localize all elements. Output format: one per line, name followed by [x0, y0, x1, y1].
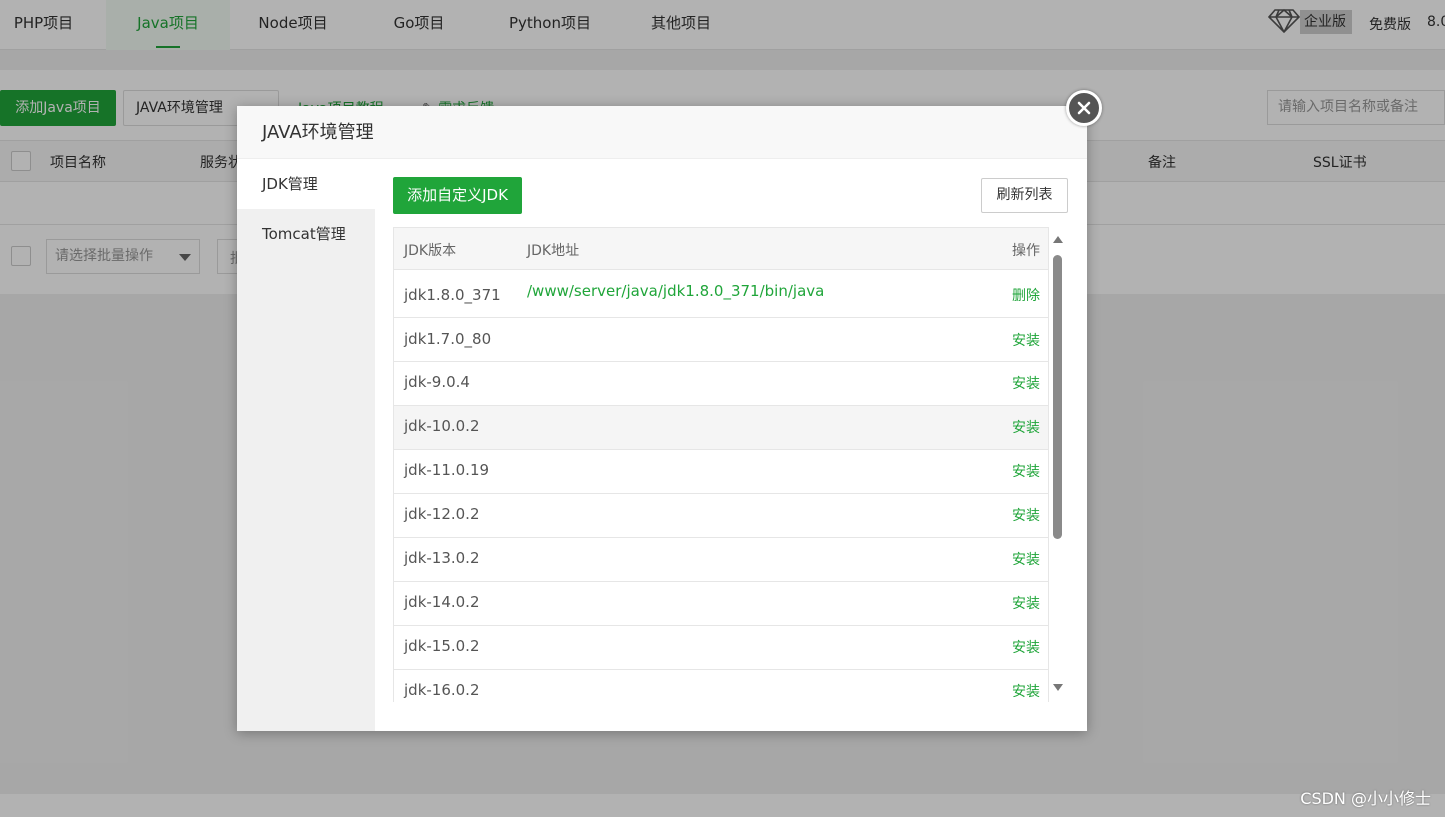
watermark-text: CSDN @小小修士 — [1300, 789, 1431, 808]
refresh-list-button[interactable]: 刷新列表 — [981, 178, 1068, 213]
column-action: 操作 — [1012, 243, 1040, 259]
install-jdk-link[interactable]: 安装 — [1012, 593, 1040, 613]
table-row: jdk-12.0.2 安装 — [394, 494, 1048, 538]
close-icon — [1077, 101, 1091, 115]
jdk-table-scrollbar[interactable] — [1052, 236, 1064, 696]
modal-title: JAVA环境管理 — [237, 106, 1087, 159]
scroll-down-icon[interactable] — [1053, 684, 1063, 691]
jdk-table-header: JDK版本 JDK地址 操作 — [394, 228, 1048, 270]
jdk-version: jdk-9.0.4 — [404, 373, 470, 391]
delete-jdk-link[interactable]: 删除 — [1012, 285, 1040, 305]
modal-sidebar: JDK管理 Tomcat管理 — [237, 159, 375, 731]
scrollbar-thumb[interactable] — [1053, 255, 1062, 539]
install-jdk-link[interactable]: 安装 — [1012, 461, 1040, 481]
table-row: jdk-13.0.2 安装 — [394, 538, 1048, 582]
install-jdk-link[interactable]: 安装 — [1012, 330, 1040, 350]
install-jdk-link[interactable]: 安装 — [1012, 637, 1040, 657]
table-row: jdk-11.0.19 安装 — [394, 450, 1048, 494]
sidebar-item-jdk-manage[interactable]: JDK管理 — [237, 159, 375, 209]
java-env-modal: JAVA环境管理 JDK管理 Tomcat管理 添加自定义JDK 刷新列表 JD… — [237, 106, 1087, 731]
column-jdk-version: JDK版本 — [404, 243, 457, 259]
install-jdk-link[interactable]: 安装 — [1012, 681, 1040, 701]
table-row: jdk-10.0.2 安装 — [394, 406, 1048, 450]
scroll-up-icon[interactable] — [1053, 236, 1063, 243]
jdk-version: jdk1.8.0_371 — [404, 286, 501, 304]
modal-close-button[interactable] — [1066, 90, 1102, 126]
jdk-version: jdk-11.0.19 — [404, 461, 490, 479]
table-row: jdk-14.0.2 安装 — [394, 582, 1048, 626]
install-jdk-link[interactable]: 安装 — [1012, 505, 1040, 525]
jdk-version: jdk-13.0.2 — [404, 549, 480, 567]
jdk-table: JDK版本 JDK地址 操作 jdk1.8.0_371 /www/server/… — [393, 227, 1049, 702]
jdk-version: jdk-16.0.2 — [404, 681, 480, 699]
jdk-version: jdk1.7.0_80 — [404, 330, 492, 348]
table-row: jdk-9.0.4 安装 — [394, 362, 1048, 406]
table-row: jdk1.7.0_80 安装 — [394, 318, 1048, 362]
column-jdk-path: JDK地址 — [527, 243, 580, 259]
install-jdk-link[interactable]: 安装 — [1012, 373, 1040, 393]
table-row: jdk-15.0.2 安装 — [394, 626, 1048, 670]
jdk-version: jdk-10.0.2 — [404, 417, 480, 435]
jdk-version: jdk-14.0.2 — [404, 593, 480, 611]
add-custom-jdk-button[interactable]: 添加自定义JDK — [393, 177, 522, 214]
table-row: jdk-16.0.2 安装 — [394, 670, 1048, 702]
install-jdk-link[interactable]: 安装 — [1012, 549, 1040, 569]
jdk-path[interactable]: /www/server/java/jdk1.8.0_371/bin/java — [527, 282, 824, 300]
table-row: jdk1.8.0_371 /www/server/java/jdk1.8.0_3… — [394, 270, 1048, 318]
jdk-version: jdk-15.0.2 — [404, 637, 480, 655]
sidebar-item-tomcat-manage[interactable]: Tomcat管理 — [237, 209, 375, 259]
jdk-version: jdk-12.0.2 — [404, 505, 480, 523]
install-jdk-link[interactable]: 安装 — [1012, 417, 1040, 437]
